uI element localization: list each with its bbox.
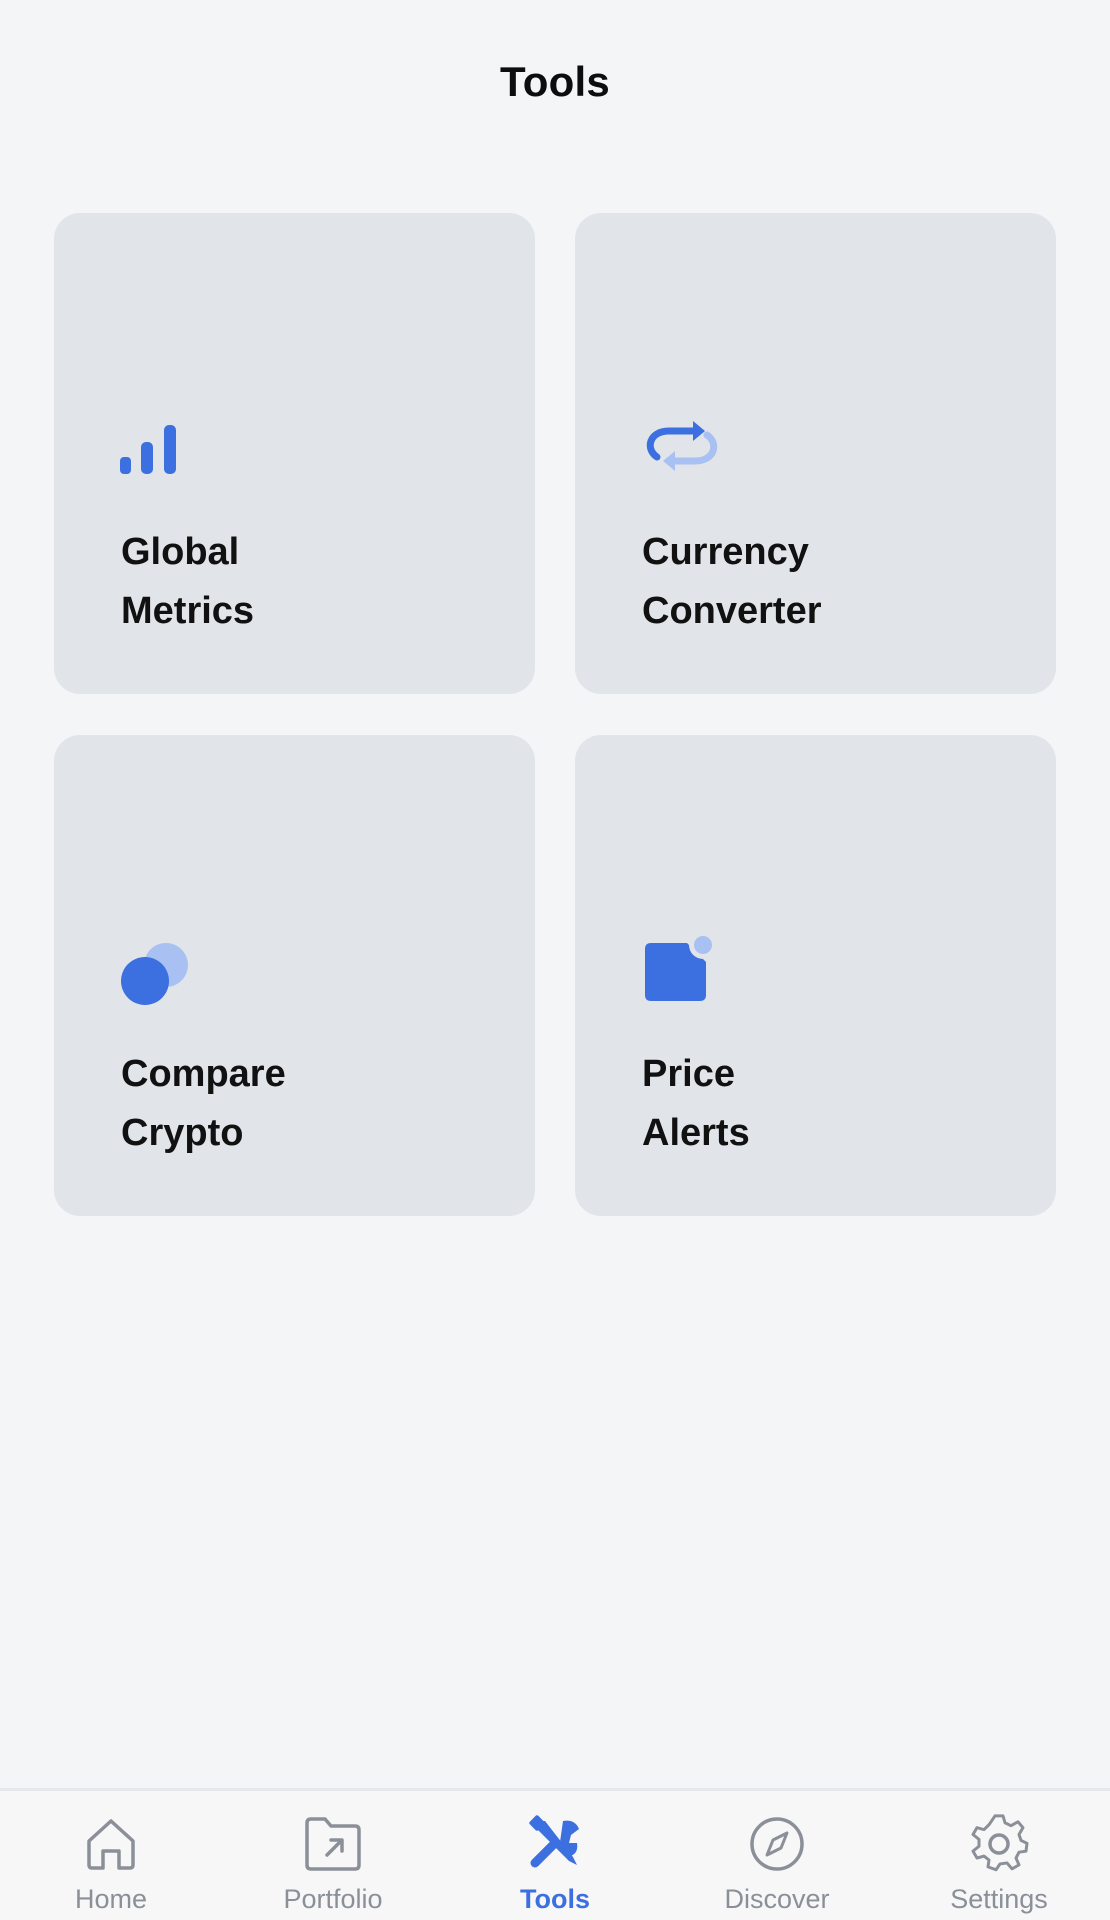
tab-label: Portfolio xyxy=(283,1884,383,1914)
compass-icon xyxy=(747,1813,807,1873)
tab-tools[interactable]: Tools xyxy=(444,1791,666,1920)
tab-label: Tools xyxy=(520,1884,590,1914)
tab-settings[interactable]: Settings xyxy=(888,1791,1110,1920)
tool-tile-compare-crypto[interactable]: Compare Crypto xyxy=(54,735,535,1216)
page-title: Tools xyxy=(500,58,610,105)
tab-label: Settings xyxy=(950,1884,1048,1914)
tool-tile-global-metrics[interactable]: Global Metrics xyxy=(54,213,535,694)
tool-label: Price Alerts xyxy=(642,1045,1022,1163)
tool-label: Currency Converter xyxy=(642,523,1022,641)
tool-label-line2: Metrics xyxy=(121,590,255,632)
tool-label-line1: Price xyxy=(642,1053,735,1095)
tool-label-line2: Alerts xyxy=(642,1112,750,1154)
bottom-tab-bar: Home Portfolio Tools Discover Settings xyxy=(0,1788,1110,1920)
alert-badge-icon xyxy=(641,931,725,1007)
tool-label-line2: Converter xyxy=(642,590,822,632)
overlapping-circles-icon xyxy=(120,931,204,1007)
tools-screen: Tools Global Metrics Currency Converter … xyxy=(0,0,1110,1920)
tab-discover[interactable]: Discover xyxy=(666,1791,888,1920)
tool-label-line1: Compare xyxy=(121,1053,286,1095)
bar-chart-icon xyxy=(120,409,204,485)
tool-label: Compare Crypto xyxy=(121,1045,501,1163)
wrench-tools-icon xyxy=(525,1813,585,1873)
folder-arrow-icon xyxy=(303,1813,363,1873)
tab-label: Home xyxy=(74,1884,148,1914)
home-icon xyxy=(81,1813,141,1873)
tab-label: Discover xyxy=(724,1884,830,1914)
swap-arrows-icon xyxy=(641,409,725,485)
tool-label: Global Metrics xyxy=(121,523,501,641)
tool-label-line2: Crypto xyxy=(121,1112,244,1154)
gear-icon xyxy=(969,1813,1029,1873)
tool-tile-price-alerts[interactable]: Price Alerts xyxy=(575,735,1056,1216)
tool-tile-currency-converter[interactable]: Currency Converter xyxy=(575,213,1056,694)
tab-home[interactable]: Home xyxy=(0,1791,222,1920)
tools-grid: Global Metrics Currency Converter Compar… xyxy=(54,213,1056,1216)
tool-label-line1: Global xyxy=(121,531,240,573)
tool-label-line1: Currency xyxy=(642,531,809,573)
tab-portfolio[interactable]: Portfolio xyxy=(222,1791,444,1920)
